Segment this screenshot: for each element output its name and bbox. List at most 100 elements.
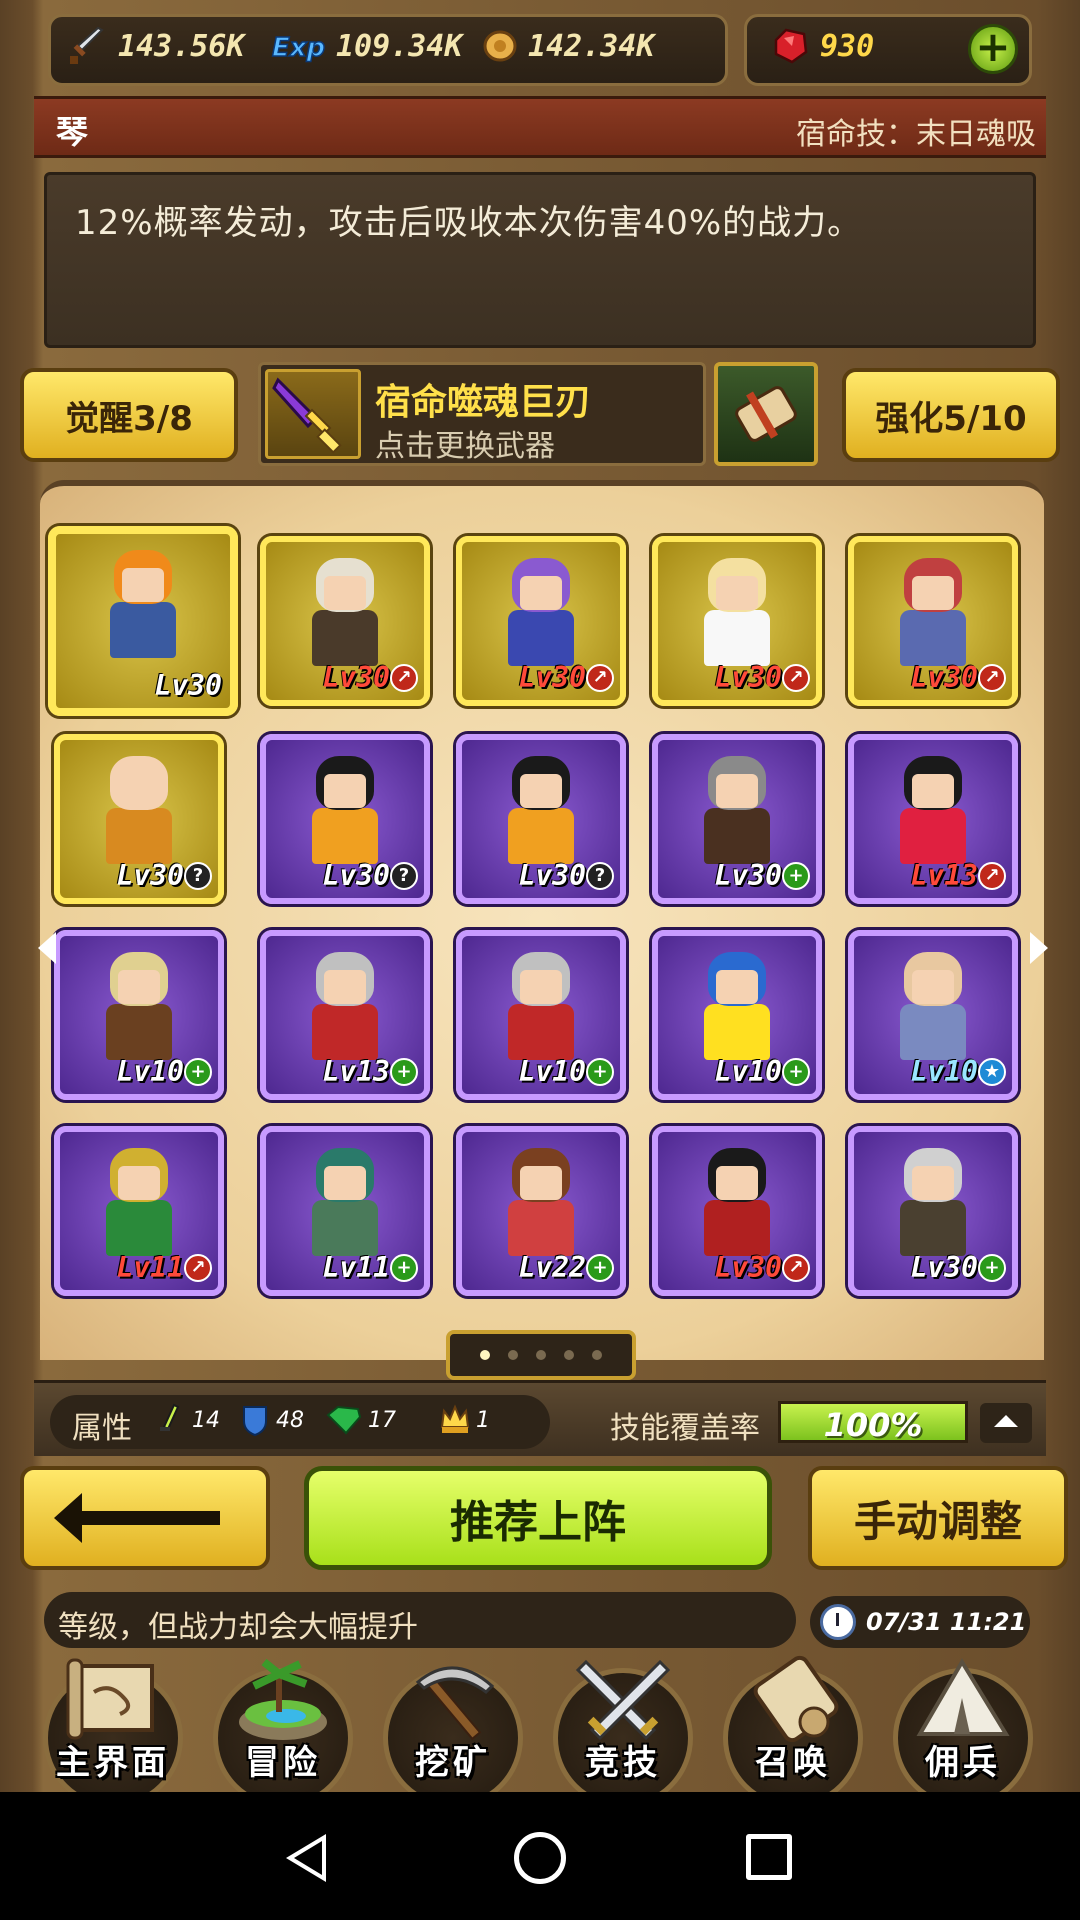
- hero-level: Lv30: [322, 859, 390, 892]
- page-dot[interactable]: [536, 1350, 546, 1360]
- nav-item[interactable]: 冒险: [200, 1650, 366, 1792]
- page-dot[interactable]: [592, 1350, 602, 1360]
- nav-label: 主界面: [56, 1743, 170, 1783]
- hero-slot[interactable]: Lv13 +: [260, 930, 430, 1100]
- hero-level: Lv30: [714, 859, 782, 892]
- plus-badge-icon: +: [978, 1254, 1006, 1282]
- hero-header: 琴 宿命技：末日魂吸: [34, 96, 1046, 158]
- hero-level: Lv30: [910, 661, 978, 694]
- hero-level: Lv30: [116, 859, 184, 892]
- hero-slot[interactable]: Lv11 +: [260, 1126, 430, 1296]
- weapon-name: 宿命噬魂巨刃: [375, 382, 592, 423]
- hero-slot[interactable]: Lv11 ↗: [54, 1126, 224, 1296]
- nav-item[interactable]: 佣兵: [880, 1650, 1046, 1792]
- summon-scroll-icon: [740, 1652, 846, 1748]
- scroll-icon[interactable]: [714, 362, 818, 466]
- hero-portrait-icon: [502, 1148, 580, 1260]
- system-recents-icon[interactable]: [746, 1834, 792, 1880]
- shield-stat-value: 48: [276, 1407, 304, 1433]
- clock: 07/31 11:21: [810, 1596, 1030, 1648]
- crossed-swords-icon: [570, 1652, 676, 1748]
- hero-slot[interactable]: Lv22 +: [456, 1126, 626, 1296]
- upgrade-badge-icon: ↗: [782, 1254, 810, 1282]
- nav-item[interactable]: 主界面: [30, 1650, 196, 1792]
- gold-currency: 142.34K: [478, 22, 654, 70]
- weapon-panel[interactable]: 宿命噬魂巨刃 点击更换武器: [258, 362, 706, 466]
- hero-portrait-icon: [100, 756, 178, 868]
- gem-value: 930: [820, 28, 875, 64]
- hero-slot[interactable]: Lv30?: [260, 734, 430, 904]
- hero-portrait-icon: [502, 952, 580, 1064]
- system-back-icon[interactable]: [286, 1834, 326, 1882]
- strengthen-button[interactable]: 强化5/10: [842, 368, 1060, 462]
- hero-slot[interactable]: Lv30?: [456, 734, 626, 904]
- hero-slot[interactable]: Lv10 +: [54, 930, 224, 1100]
- prev-page-arrow-icon[interactable]: [38, 932, 56, 964]
- hero-portrait-icon: [698, 756, 776, 868]
- hero-portrait-icon: [894, 756, 972, 868]
- game-screen: 143.56K Exp 109.34K 142.34K 930 + 琴 宿命技：…: [0, 0, 1080, 1792]
- back-button[interactable]: [20, 1466, 270, 1570]
- island-icon: [230, 1652, 336, 1748]
- expand-up-icon[interactable]: [980, 1403, 1032, 1443]
- ticker-text: 等级，但战力却会大幅提升: [58, 1610, 418, 1645]
- manual-adjust-button[interactable]: 手动调整: [808, 1466, 1068, 1570]
- question-badge-icon: ?: [184, 862, 212, 890]
- page-dot[interactable]: [480, 1350, 490, 1360]
- page-dot[interactable]: [564, 1350, 574, 1360]
- nav-label: 冒险: [245, 1743, 321, 1783]
- hero-level: Lv10: [910, 1055, 978, 1088]
- page-dot[interactable]: [508, 1350, 518, 1360]
- hero-portrait-icon: [698, 1148, 776, 1260]
- hero-portrait-icon: [306, 1148, 384, 1260]
- skill-coverage-value: 100%: [823, 1406, 923, 1444]
- hero-slot[interactable]: Lv30 ↗: [456, 536, 626, 706]
- nav-label: 佣兵: [925, 1743, 1001, 1783]
- hero-level: Lv30: [322, 661, 390, 694]
- hero-name: 琴: [56, 113, 89, 151]
- add-gems-button[interactable]: +: [968, 24, 1018, 74]
- awaken-button[interactable]: 觉醒3/8: [20, 368, 238, 462]
- recommend-deploy-button[interactable]: 推荐上阵: [304, 1466, 772, 1570]
- nav-item[interactable]: 召唤: [710, 1650, 876, 1792]
- hero-slot[interactable]: Lv10 ★: [848, 930, 1018, 1100]
- plus-badge-icon: +: [586, 1254, 614, 1282]
- upgrade-badge-icon: ↗: [184, 1254, 212, 1282]
- nav-label: 竞技: [585, 1743, 661, 1783]
- question-badge-icon: ?: [390, 862, 418, 890]
- hero-portrait-icon: [306, 558, 384, 670]
- greatsword-icon: [265, 369, 361, 459]
- crown-stat: 1: [440, 1403, 490, 1437]
- hero-portrait-icon: [502, 756, 580, 868]
- hero-slot[interactable]: Lv13 ↗: [848, 734, 1018, 904]
- hero-slot[interactable]: Lv30 ↗: [652, 1126, 822, 1296]
- hero-portrait-icon: [104, 550, 182, 662]
- hero-slot[interactable]: Lv30 +: [652, 734, 822, 904]
- hero-slot[interactable]: Lv30?: [54, 734, 224, 904]
- nav-label: 挖矿: [415, 1743, 491, 1783]
- hero-slot[interactable]: Lv30 +: [848, 1126, 1018, 1296]
- hero-slot[interactable]: Lv30 ↗: [652, 536, 822, 706]
- hero-portrait-icon: [698, 952, 776, 1064]
- skill-coverage-bar: 100%: [778, 1401, 968, 1444]
- exp-icon: Exp: [271, 32, 326, 64]
- nav-item[interactable]: 挖矿: [370, 1650, 536, 1792]
- nav-item[interactable]: 竞技: [540, 1650, 706, 1792]
- sword-stat-value: 14: [192, 1407, 220, 1433]
- hero-slot[interactable]: Lv30 ↗: [260, 536, 430, 706]
- plus-badge-icon: +: [782, 1058, 810, 1086]
- hero-slot[interactable]: Lv30 ↗: [848, 536, 1018, 706]
- hero-level: Lv30: [154, 669, 222, 702]
- plus-badge-icon: +: [782, 862, 810, 890]
- tent-icon: [910, 1652, 1016, 1748]
- shield-icon: [243, 1406, 267, 1437]
- hero-slot[interactable]: Lv30: [48, 526, 238, 716]
- system-home-icon[interactable]: [514, 1832, 566, 1884]
- next-page-arrow-icon[interactable]: [1030, 932, 1048, 964]
- hero-level: Lv10: [518, 1055, 586, 1088]
- hero-slot[interactable]: Lv10 +: [652, 930, 822, 1100]
- currency-bar: 143.56K Exp 109.34K 142.34K 930 +: [48, 8, 1032, 86]
- change-weapon-hint: 点击更换武器: [375, 429, 555, 464]
- hero-slot[interactable]: Lv10 +: [456, 930, 626, 1100]
- ruby-icon: [774, 28, 808, 64]
